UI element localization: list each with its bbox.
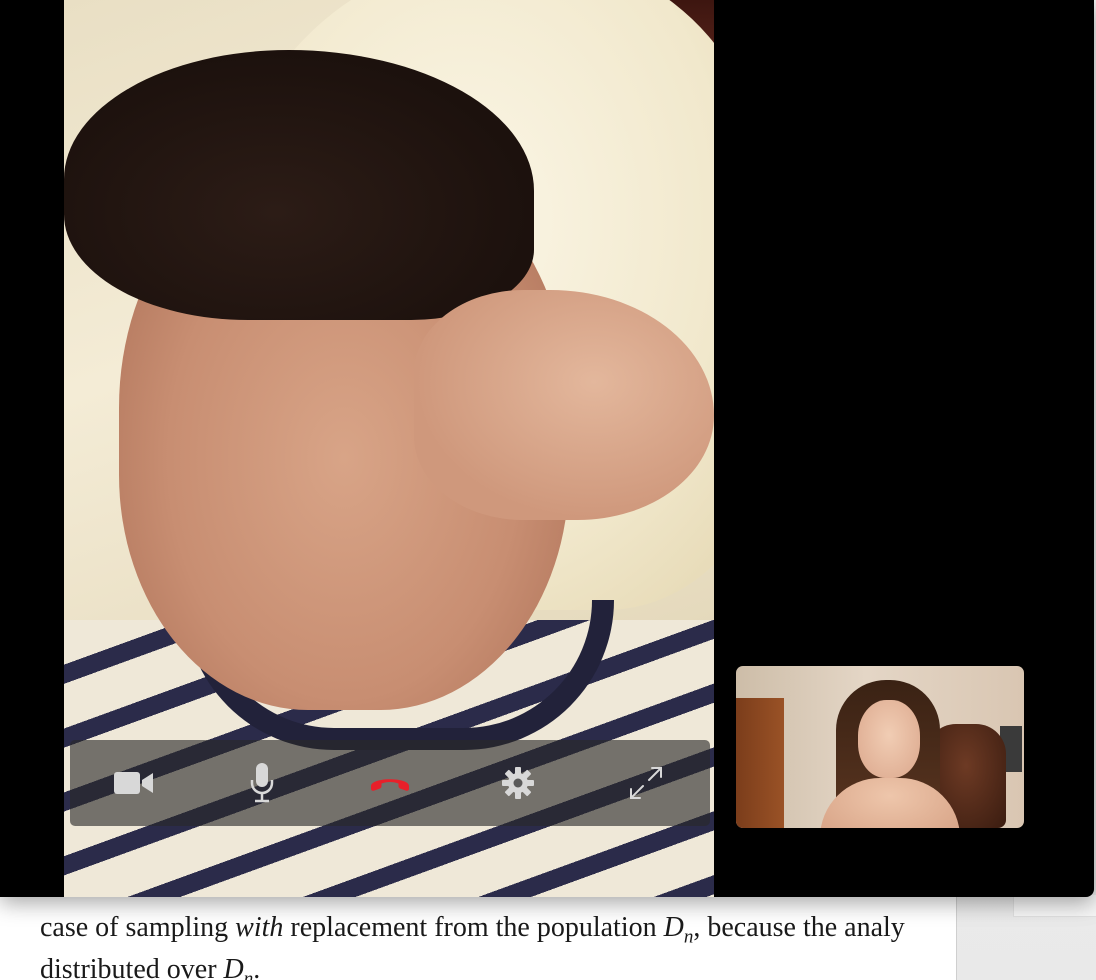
document-text-area: case of sampling with replacement from t…: [0, 900, 956, 980]
fullscreen-icon: [630, 767, 662, 799]
call-controls-bar: [70, 740, 710, 826]
fullscreen-button[interactable]: [614, 758, 678, 808]
self-view-preview[interactable]: [736, 666, 1024, 828]
settings-button[interactable]: [486, 758, 550, 808]
preview-door: [736, 698, 784, 828]
document-line: distributed over Dn.: [40, 954, 261, 980]
preview-face: [858, 700, 920, 778]
toggle-mic-button[interactable]: [230, 758, 294, 808]
microphone-icon: [250, 763, 274, 803]
end-call-button[interactable]: [358, 758, 422, 808]
video-camera-icon: [114, 772, 153, 794]
sidebar-tab: [1013, 895, 1096, 917]
gear-icon: [502, 767, 534, 799]
video-call-window: [0, 0, 1094, 897]
end-call-icon: [371, 779, 409, 791]
toggle-video-button[interactable]: [102, 758, 166, 808]
document-line: case of sampling with replacement from t…: [40, 912, 905, 948]
